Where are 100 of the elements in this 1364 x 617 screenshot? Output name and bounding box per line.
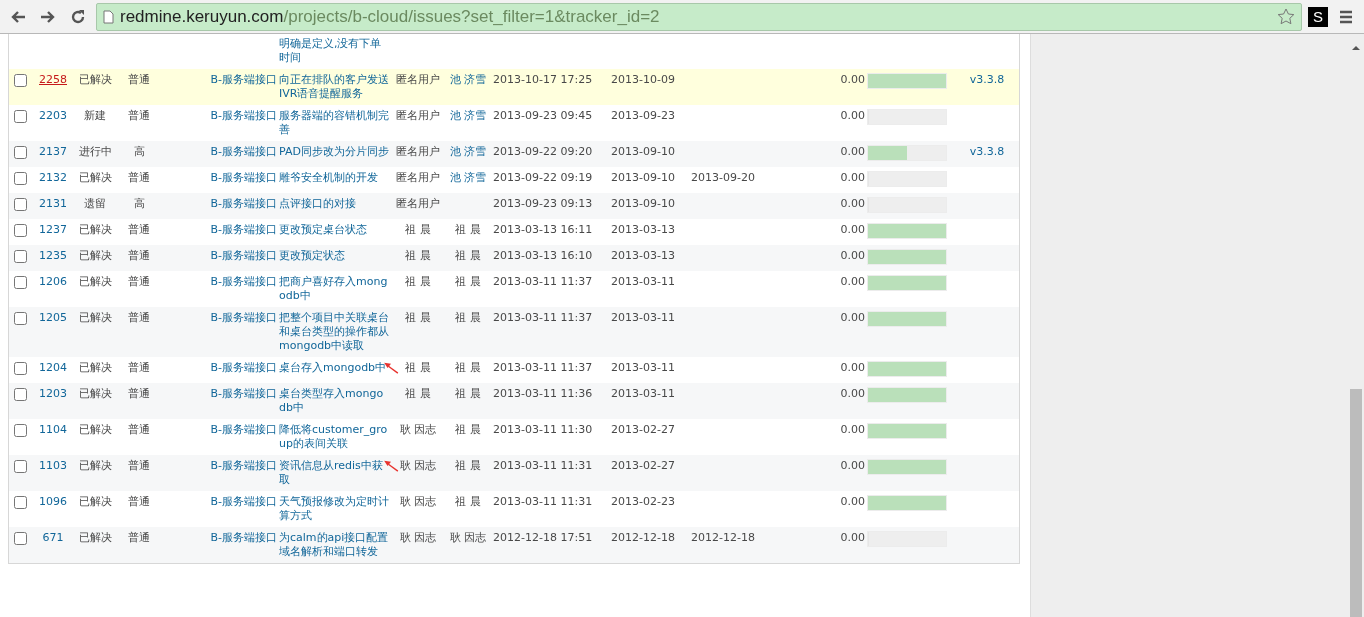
- issue-id-link[interactable]: 2258: [39, 73, 67, 87]
- version-link[interactable]: v3.3.8: [969, 145, 1005, 159]
- issue-subject-link[interactable]: 服务器端的容错机制完善: [279, 109, 389, 137]
- row-checkbox[interactable]: [14, 198, 27, 211]
- issue-subject-link[interactable]: 雕爷安全机制的开发: [279, 171, 389, 185]
- issue-row[interactable]: 2258 已解决 普通 B-服务端接口 向正在排队的客户发送IVR语音提醒服务 匿名用户 池 济雪 2013-10-17 17:25 2013-10-09 0.00 v3.3.8: [9, 69, 1019, 105]
- start-date-text: 2013-10-09: [611, 73, 675, 86]
- issue-row[interactable]: 671 已解决 普通 B-服务端接口 为calm的api接口配置域名解析和端口转发 耿 因志 耿 因志 2012-12-18 17:51 2012-12-18 2012-12-18 0.00: [9, 527, 1019, 563]
- tracker-link[interactable]: B-服务端接口: [210, 197, 277, 211]
- updated-text: 2013-03-11 11:36: [493, 387, 593, 400]
- issue-id-link[interactable]: 2131: [39, 197, 67, 211]
- issue-subject-link[interactable]: 更改预定状态: [279, 249, 389, 263]
- issue-id-link[interactable]: 1204: [39, 361, 67, 375]
- issue-id-link[interactable]: 2132: [39, 171, 67, 185]
- star-icon[interactable]: [1277, 7, 1295, 26]
- version-link[interactable]: v3.3.8: [969, 73, 1005, 87]
- row-checkbox[interactable]: [14, 424, 27, 437]
- author-text: 耿 因志: [399, 459, 437, 473]
- tracker-link[interactable]: B-服务端接口: [210, 423, 277, 437]
- issue-row[interactable]: 1205 已解决 普通 B-服务端接口 把整个项目中关联桌台和桌台类型的操作都从mongodb中读取 祖 晨 祖 晨 2013-03-11 11:37 2013-03-11 0.00: [9, 307, 1019, 357]
- estimated-time-text: 0.00: [840, 275, 865, 289]
- tracker-link[interactable]: B-服务端接口: [210, 249, 277, 263]
- issue-id-link[interactable]: 2203: [39, 109, 67, 123]
- issue-id-link[interactable]: 1203: [39, 387, 67, 401]
- tracker-link[interactable]: B-服务端接口: [210, 459, 277, 473]
- assignee-link[interactable]: 池 济雪: [449, 73, 487, 87]
- row-checkbox[interactable]: [14, 172, 27, 185]
- assignee-text: 祖 晨: [455, 275, 481, 289]
- issue-subject-link[interactable]: 明确是定义,没有下单时间: [279, 37, 389, 65]
- tracker-link[interactable]: B-服务端接口: [210, 311, 277, 325]
- issue-row[interactable]: 2137 进行中 高 B-服务端接口 PAD同步改为分片同步 匿名用户 池 济雪 2013-09-22 09:20 2013-09-10 0.00 v3.3.8: [9, 141, 1019, 167]
- scrollbar-thumb[interactable]: [1350, 389, 1362, 617]
- row-checkbox[interactable]: [14, 532, 27, 545]
- tracker-link[interactable]: B-服务端接口: [210, 361, 277, 375]
- row-checkbox[interactable]: [14, 74, 27, 87]
- tracker-link[interactable]: B-服务端接口: [210, 109, 277, 123]
- start-date-text: 2013-09-10: [611, 197, 675, 210]
- author-text: 祖 晨: [405, 249, 431, 263]
- start-date-text: 2012-12-18: [611, 531, 675, 544]
- estimated-time-text: 0.00: [840, 171, 865, 185]
- issue-id-link[interactable]: 1237: [39, 223, 67, 237]
- issue-subject-link[interactable]: PAD同步改为分片同步: [279, 145, 389, 159]
- issue-id-link[interactable]: 1206: [39, 275, 67, 289]
- issue-subject-link[interactable]: 把整个项目中关联桌台和桌台类型的操作都从mongodb中读取: [279, 311, 389, 353]
- start-date-text: 2013-02-27: [611, 459, 675, 472]
- priority-text: 普通: [128, 387, 150, 401]
- estimated-time-text: 0.00: [840, 423, 865, 437]
- issue-row[interactable]: 1235 已解决 普通 B-服务端接口 更改预定状态 祖 晨 祖 晨 2013-03-13 16:10 2013-03-13 0.00: [9, 245, 1019, 271]
- tracker-link[interactable]: B-服务端接口: [210, 73, 277, 87]
- assignee-link[interactable]: 池 济雪: [449, 109, 487, 123]
- issue-id-link[interactable]: 1104: [39, 423, 67, 437]
- issue-subject-link[interactable]: 点评接口的对接: [279, 197, 389, 211]
- issue-subject-link[interactable]: 桌台类型存入mongodb中: [279, 387, 389, 415]
- row-checkbox[interactable]: [14, 110, 27, 123]
- row-checkbox[interactable]: [14, 460, 27, 473]
- issue-id-link[interactable]: 1096: [39, 495, 67, 509]
- issue-row[interactable]: 1103 已解决 普通 B-服务端接口 资讯信息从redis中获取 耿 因志 祖 晨 2013-03-11 11:31 2013-02-27 0.00: [9, 455, 1019, 491]
- issue-subject-link[interactable]: 天气预报修改为定时计算方式: [279, 495, 389, 523]
- author-text: 祖 晨: [405, 275, 431, 289]
- issue-id-link[interactable]: 1235: [39, 249, 67, 263]
- address-bar[interactable]: redmine.keruyun.com/projects/b-cloud/issues?set_filter=1&tracker_id=2: [96, 2, 1302, 31]
- row-checkbox[interactable]: [14, 312, 27, 325]
- row-checkbox[interactable]: [14, 146, 27, 159]
- issue-row[interactable]: 1203 已解决 普通 B-服务端接口 桌台类型存入mongodb中 祖 晨 祖 晨 2013-03-11 11:36 2013-03-11 0.00: [9, 383, 1019, 419]
- issue-id-link[interactable]: 1103: [39, 459, 67, 473]
- tracker-link[interactable]: B-服务端接口: [210, 495, 277, 509]
- issue-subject-link[interactable]: 向正在排队的客户发送IVR语音提醒服务: [279, 73, 389, 101]
- issue-subject-link[interactable]: 桌台存入mongodb中: [279, 361, 389, 375]
- updated-text: 2013-03-11 11:37: [493, 361, 593, 374]
- status-text: 遗留: [84, 197, 106, 211]
- issue-subject-link[interactable]: 为calm的api接口配置域名解析和端口转发: [279, 531, 389, 559]
- tracker-link[interactable]: B-服务端接口: [210, 171, 277, 185]
- page-icon: [103, 9, 114, 24]
- tracker-link[interactable]: B-服务端接口: [210, 387, 277, 401]
- author-text: 耿 因志: [399, 495, 437, 509]
- row-checkbox[interactable]: [14, 250, 27, 263]
- issue-row[interactable]: 2131 遗留 高 B-服务端接口 点评接口的对接 匿名用户 2013-09-23 09:13 2013-09-10 0.00: [9, 193, 1019, 219]
- tracker-link[interactable]: B-服务端接口: [210, 531, 277, 545]
- tracker-link[interactable]: B-服务端接口: [210, 223, 277, 237]
- issue-id-link[interactable]: 1205: [39, 311, 67, 325]
- issue-id-link[interactable]: 2137: [39, 145, 67, 159]
- tracker-link[interactable]: B-服务端接口: [210, 275, 277, 289]
- assignee-link[interactable]: 池 济雪: [449, 171, 487, 185]
- updated-text: 2013-10-17 17:25: [493, 73, 593, 86]
- issue-subject-link[interactable]: 资讯信息从redis中获取: [279, 459, 389, 487]
- row-checkbox[interactable]: [14, 496, 27, 509]
- row-checkbox[interactable]: [14, 388, 27, 401]
- issue-subject-link[interactable]: 把商户喜好存入mongodb中: [279, 275, 389, 303]
- author-text: 祖 晨: [405, 387, 431, 401]
- row-checkbox[interactable]: [14, 362, 27, 375]
- issue-subject-link[interactable]: 降低将customer_group的表间关联: [279, 423, 389, 451]
- row-checkbox[interactable]: [14, 276, 27, 289]
- issue-id-link[interactable]: 671: [42, 531, 64, 545]
- row-checkbox[interactable]: [14, 224, 27, 237]
- extension-icon[interactable]: S: [1308, 6, 1328, 27]
- estimated-time-text: 0.00: [840, 73, 865, 87]
- scroll-up-icon[interactable]: [1351, 44, 1361, 52]
- tracker-link[interactable]: B-服务端接口: [210, 145, 277, 159]
- issue-subject-link[interactable]: 更改预定桌台状态: [279, 223, 389, 237]
- assignee-link[interactable]: 池 济雪: [449, 145, 487, 159]
